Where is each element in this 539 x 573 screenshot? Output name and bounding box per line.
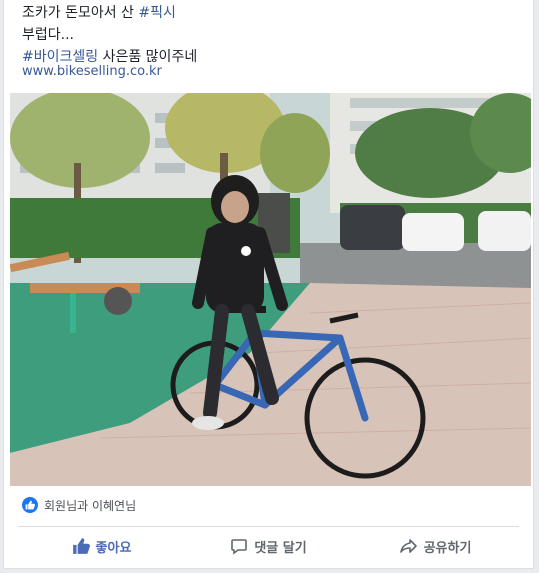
hashtag-link[interactable]: #바이크셀링 [22,49,98,65]
post-text: 조카가 돈모아서 산 #픽시 부럽다... #바이크셀링 사은품 많이주네 [22,2,197,68]
post-actions: 좋아요 댓글 달기 공유하기 [18,530,519,562]
photo-illustration [10,93,531,486]
post-line-2: 부럽다... [22,24,197,46]
divider [18,526,519,527]
like-button[interactable]: 좋아요 [18,530,185,562]
post-text-segment: 조카가 돈모아서 산 [22,5,139,21]
comment-button[interactable]: 댓글 달기 [185,530,352,562]
like-label: 좋아요 [95,540,132,556]
share-label: 공유하기 [423,540,472,556]
post-photo[interactable] [10,93,531,486]
post-line-1: 조카가 돈모아서 산 #픽시 [22,2,197,24]
post-text-segment: 부럽다... [22,27,74,43]
facebook-post-card: 조카가 돈모아서 산 #픽시 부럽다... #바이크셀링 사은품 많이주네 ww… [3,0,534,569]
hashtag-link[interactable]: #픽시 [138,5,176,21]
reaction-summary[interactable]: 회원님과 이혜연님 [22,495,136,515]
website-link[interactable]: www.bikeselling.co.kr [22,64,162,79]
thumbs-up-icon [22,497,38,513]
thumbs-up-icon [72,538,90,554]
share-button[interactable]: 공유하기 [352,530,519,562]
comment-label: 댓글 달기 [254,540,307,556]
share-icon [399,539,417,553]
post-text-segment: 사은품 많이주네 [98,49,198,65]
comment-icon [231,539,248,555]
reaction-names[interactable]: 회원님과 이혜연님 [44,497,136,514]
